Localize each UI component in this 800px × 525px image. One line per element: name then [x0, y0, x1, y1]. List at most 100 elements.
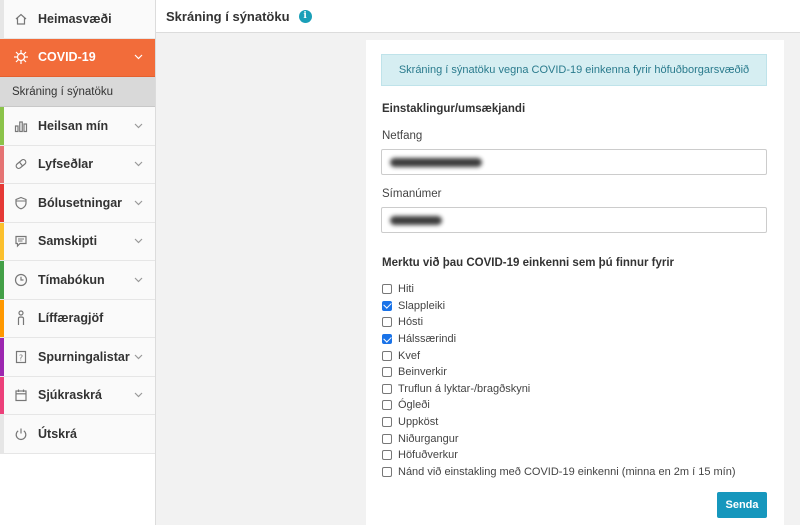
sidebar-item-label: Tímabókun — [38, 272, 105, 287]
symptom-label: Hiti — [398, 283, 414, 296]
symptom-checkbox-row[interactable]: Hiti — [382, 281, 736, 298]
symptom-label: Hálssærindi — [398, 333, 457, 346]
symptom-label: Slappleiki — [398, 299, 446, 312]
symptom-checkbox[interactable] — [382, 317, 392, 328]
person-icon — [9, 310, 33, 326]
symptom-checkbox[interactable] — [382, 350, 392, 361]
sidebar-item-stripe — [0, 415, 4, 453]
chevron-down-icon — [131, 277, 145, 283]
sidebar-item-label: Lyfseðlar — [38, 157, 94, 172]
symptom-checkbox-row[interactable]: Hósti — [382, 314, 736, 331]
symptom-checkbox[interactable] — [382, 284, 392, 295]
symptom-checkbox[interactable] — [382, 383, 392, 394]
symptom-checkbox-row[interactable]: Niðurgangur — [382, 430, 736, 447]
sidebar-item-t-mab-kun[interactable]: Tímabókun — [0, 261, 155, 300]
sidebar-item-label: Bólusetningar — [38, 195, 123, 210]
symptom-checkbox[interactable] — [382, 417, 392, 428]
symptom-checkbox-row[interactable]: Hálssærindi — [382, 331, 736, 348]
sidebar: Heimasvæði COVID-19 Skráning í sýnatöku Hei… — [0, 0, 156, 525]
chevron-down-icon — [131, 354, 145, 360]
sidebar-item-b-lusetningar[interactable]: Bólusetningar — [0, 184, 155, 223]
symptom-label: Kvef — [398, 349, 421, 362]
power-icon — [9, 427, 33, 441]
shield-icon — [9, 196, 33, 210]
home-icon — [9, 12, 33, 26]
sidebar-item-spurningalistar[interactable]: ? Spurningalistar — [0, 338, 155, 377]
symptom-checkbox-list: Hiti Slappleiki Hósti Hálssærindi Kvef Beinve… — [382, 281, 736, 480]
sidebar-item-stripe — [0, 0, 4, 38]
redacted-phone — [390, 216, 442, 225]
sidebar-item--tskr-[interactable]: Útskrá — [0, 415, 155, 454]
sidebar-item-stripe — [0, 376, 4, 414]
top-bar: Skráning í sýnatöku i — [156, 0, 800, 33]
symptom-label: Uppköst — [398, 416, 439, 429]
svg-text:?: ? — [19, 353, 23, 362]
chevron-down-icon — [131, 200, 145, 206]
sidebar-item-lyfse-lar[interactable]: Lyfseðlar — [0, 145, 155, 184]
virus-icon — [9, 49, 33, 65]
symptom-label: Truflun á lyktar-/bragðskyni — [398, 382, 531, 395]
symptom-checkbox[interactable] — [382, 300, 392, 311]
sidebar-item-stripe — [0, 299, 4, 337]
symptom-checkbox-row[interactable]: Kvef — [382, 347, 736, 364]
symptom-checkbox[interactable] — [382, 367, 392, 378]
symptom-checkbox-row[interactable]: Höfuðverkur — [382, 447, 736, 464]
symptom-checkbox[interactable] — [382, 334, 392, 345]
sidebar-item-label: Heimasvæði — [38, 11, 112, 26]
pill-icon — [9, 157, 33, 171]
sidebar-item-sj-kraskr-[interactable]: Sjúkraskrá — [0, 376, 155, 415]
symptom-checkbox-row[interactable]: Uppköst — [382, 414, 736, 431]
symptom-checkbox[interactable] — [382, 433, 392, 444]
symptom-checkbox[interactable] — [382, 450, 392, 461]
calendar-icon — [9, 388, 33, 402]
sidebar-item-label: Spurningalistar — [38, 349, 130, 364]
symptom-label: Hósti — [398, 316, 424, 329]
sidebar-item-stripe — [0, 107, 4, 145]
page-title: Skráning í sýnatöku — [166, 8, 290, 24]
symptom-checkbox-row[interactable]: Ógleði — [382, 397, 736, 414]
symptom-checkbox[interactable] — [382, 400, 392, 411]
sidebar-item-label: Samskipti — [38, 234, 98, 249]
email-field[interactable] — [381, 149, 767, 175]
phone-field[interactable] — [381, 207, 767, 233]
chevron-down-icon — [131, 392, 145, 398]
symptom-checkbox-row[interactable]: Slappleiki — [382, 298, 736, 315]
symptom-label: Ógleði — [398, 399, 430, 412]
symptom-checkbox-row[interactable]: Beinverkir — [382, 364, 736, 381]
phone-label: Símanúmer — [382, 188, 442, 200]
sidebar-item-stripe — [0, 338, 4, 376]
sidebar-item-label: Heilsan mín — [38, 118, 109, 133]
symptoms-title: Merktu við þau COVID-19 einkenni sem þú … — [382, 257, 675, 269]
info-icon[interactable]: i — [298, 9, 312, 23]
sidebar-item-heilsan-m-n[interactable]: Heilsan mín — [0, 107, 155, 146]
clock-icon — [9, 273, 33, 287]
symptom-label: Beinverkir — [398, 366, 447, 379]
sidebar-item-covid-19[interactable]: COVID-19 — [0, 38, 155, 77]
sidebar-item-label: Sjúkraskrá — [38, 388, 102, 403]
registration-form-card: Skráning í sýnatöku vegna COVID-19 einke… — [366, 40, 784, 525]
send-button[interactable]: Senda — [717, 492, 767, 518]
sidebar-item-label: Útskrá — [38, 426, 77, 441]
symptom-checkbox-row[interactable]: Truflun á lyktar-/bragðskyni — [382, 381, 736, 398]
sidebar-item-l-ff-ragj-f[interactable]: Líffæragjöf — [0, 299, 155, 338]
chat-icon — [9, 234, 33, 248]
symptom-label: Nánd við einstakling með COVID-19 einken… — [398, 465, 736, 478]
sidebar-item-heimasv-i[interactable]: Heimasvæði — [0, 0, 155, 39]
symptom-checkbox[interactable] — [382, 466, 392, 477]
sidebar-item-samskipti[interactable]: Samskipti — [0, 222, 155, 261]
section-title: Einstaklingur/umsækjandi — [382, 103, 526, 115]
symptom-checkbox-row[interactable]: Nánd við einstakling með COVID-19 einken… — [382, 464, 736, 481]
sidebar-item-stripe — [0, 38, 4, 76]
chevron-down-icon — [131, 238, 145, 244]
symptom-label: Niðurgangur — [398, 432, 459, 445]
symptom-label: Höfuðverkur — [398, 449, 458, 462]
email-label: Netfang — [382, 130, 423, 142]
sidebar-subitem-registration[interactable]: Skráning í sýnatöku — [0, 77, 155, 107]
chevron-down-icon — [131, 123, 145, 129]
sidebar-item-label: COVID-19 — [38, 50, 96, 65]
sidebar-item-stripe — [0, 222, 4, 260]
chart-icon — [9, 119, 33, 133]
info-alert: Skráning í sýnatöku vegna COVID-19 einke… — [381, 54, 767, 86]
sidebar-item-label: Líffæragjöf — [38, 311, 104, 326]
question-doc-icon: ? — [9, 350, 33, 364]
